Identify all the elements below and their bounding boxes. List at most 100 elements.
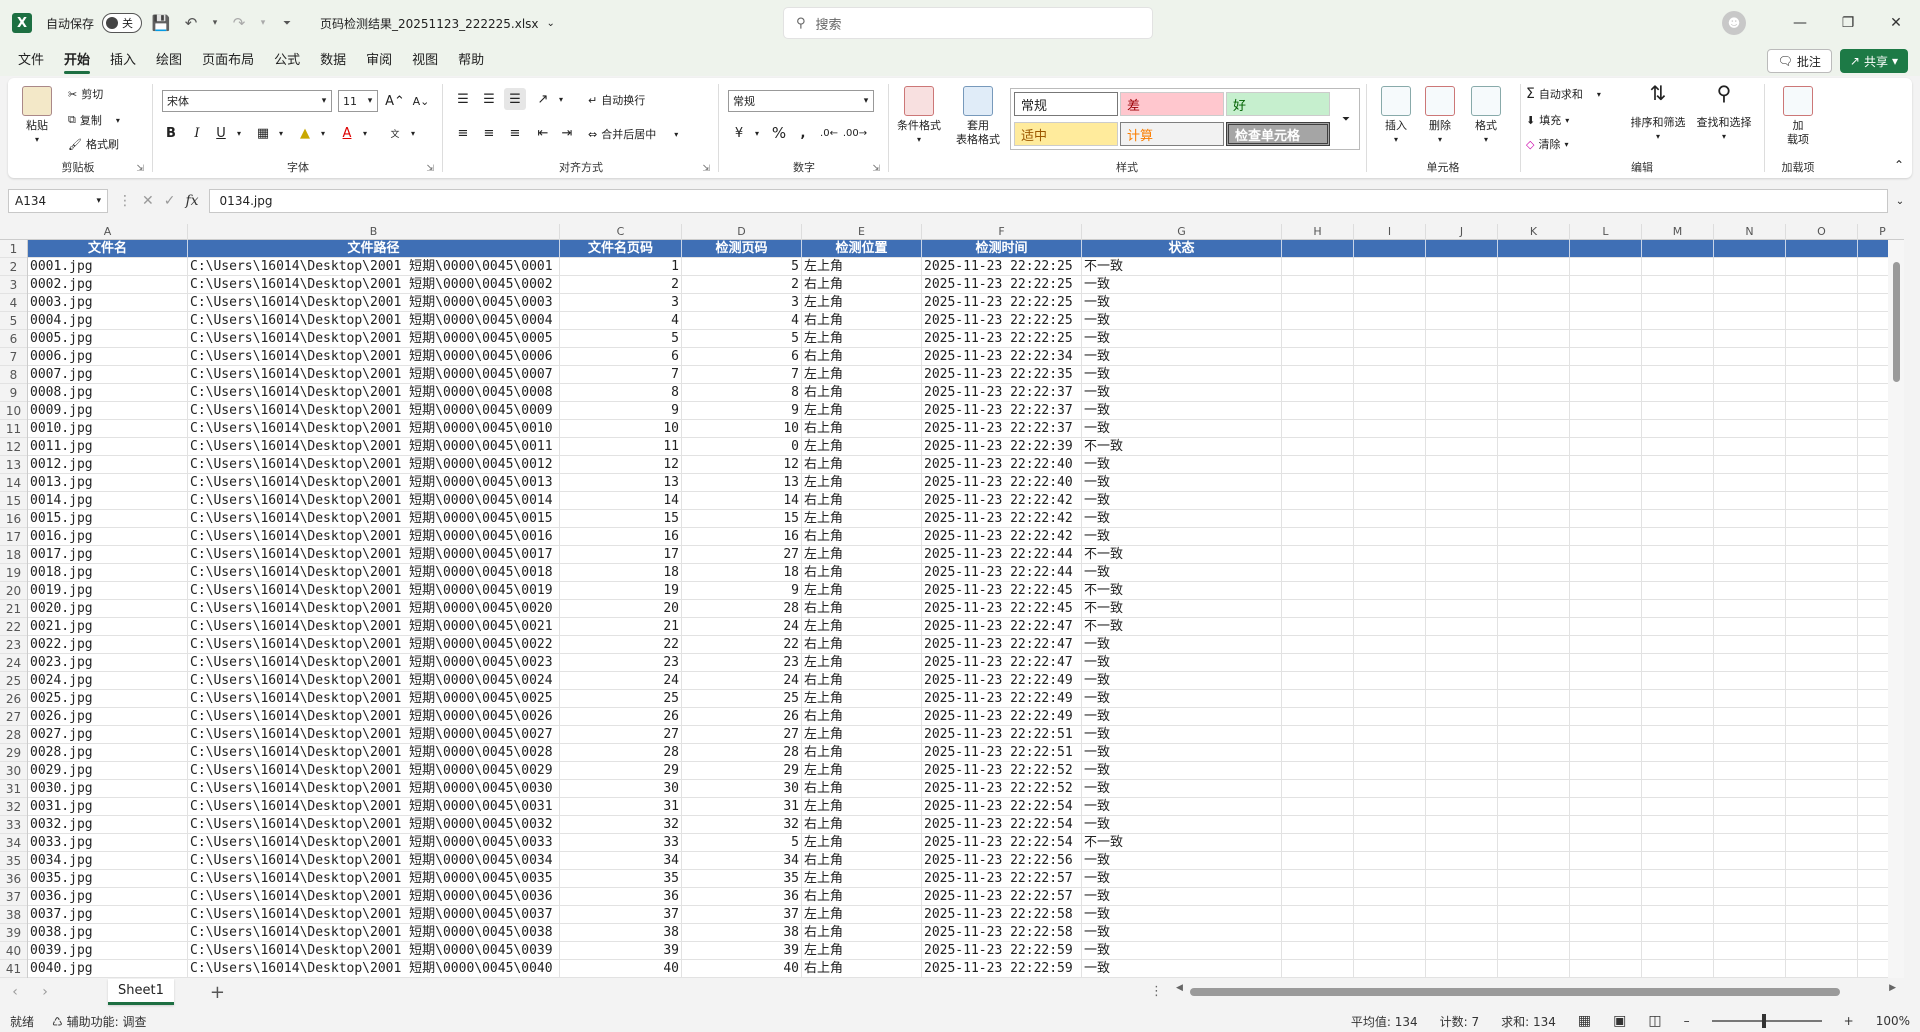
table-cell[interactable]: 左上角	[802, 510, 922, 528]
undo-dropdown-icon[interactable]: ▾	[210, 12, 220, 34]
row-header[interactable]: 26	[0, 690, 27, 708]
table-cell[interactable]: 6	[682, 348, 802, 366]
row-header[interactable]: 39	[0, 924, 27, 942]
empty-cell[interactable]	[1498, 654, 1570, 672]
empty-cell[interactable]	[1642, 798, 1714, 816]
table-cell[interactable]: C:\Users\16014\Desktop\2001 短期\0000\0045…	[188, 474, 560, 492]
empty-cell[interactable]	[1354, 906, 1426, 924]
empty-cell[interactable]	[1354, 420, 1426, 438]
currency-dropdown-icon[interactable]: ▾	[746, 122, 768, 144]
empty-cell[interactable]	[1498, 852, 1570, 870]
table-cell[interactable]: 24	[560, 672, 682, 690]
empty-cell[interactable]	[1714, 366, 1786, 384]
empty-cell[interactable]	[1786, 816, 1858, 834]
increase-decimal-icon[interactable]: .0←	[818, 122, 840, 144]
empty-cell[interactable]	[1786, 240, 1858, 258]
customize-qat-icon[interactable]: ⏷	[276, 12, 298, 34]
empty-cell[interactable]	[1786, 726, 1858, 744]
table-cell[interactable]: 0013.jpg	[28, 474, 188, 492]
empty-cell[interactable]	[1498, 762, 1570, 780]
table-cell[interactable]: 2	[560, 276, 682, 294]
tab-review[interactable]: 审阅	[356, 46, 402, 76]
empty-cell[interactable]	[1282, 816, 1354, 834]
table-cell[interactable]: C:\Users\16014\Desktop\2001 短期\0000\0045…	[188, 924, 560, 942]
table-cell[interactable]: 0006.jpg	[28, 348, 188, 366]
table-cell[interactable]: 一致	[1082, 708, 1282, 726]
table-cell[interactable]: C:\Users\16014\Desktop\2001 短期\0000\0045…	[188, 276, 560, 294]
empty-cell[interactable]	[1354, 600, 1426, 618]
column-header-h[interactable]: H	[1282, 224, 1354, 240]
save-icon[interactable]: 💾	[150, 12, 172, 34]
empty-cell[interactable]	[1354, 366, 1426, 384]
empty-cell[interactable]	[1714, 258, 1786, 276]
table-cell[interactable]: 15	[560, 510, 682, 528]
table-cell[interactable]: C:\Users\16014\Desktop\2001 短期\0000\0045…	[188, 726, 560, 744]
table-cell[interactable]: 15	[682, 510, 802, 528]
table-cell[interactable]: 右上角	[802, 600, 922, 618]
table-cell[interactable]: 10	[682, 420, 802, 438]
row-header[interactable]: 6	[0, 330, 27, 348]
table-cell[interactable]: 一致	[1082, 816, 1282, 834]
style-normal[interactable]: 常规	[1014, 92, 1118, 116]
empty-cell[interactable]	[1282, 726, 1354, 744]
table-cell[interactable]: 2025-11-23 22:22:25	[922, 276, 1082, 294]
empty-cell[interactable]	[1354, 438, 1426, 456]
empty-cell[interactable]	[1426, 798, 1498, 816]
empty-cell[interactable]	[1642, 474, 1714, 492]
table-cell[interactable]: 27	[682, 546, 802, 564]
empty-cell[interactable]	[1714, 420, 1786, 438]
table-cell[interactable]: 25	[560, 690, 682, 708]
share-button[interactable]: ↗ 共享 ▾	[1839, 49, 1908, 73]
empty-cell[interactable]	[1498, 330, 1570, 348]
empty-cell[interactable]	[1498, 744, 1570, 762]
empty-cell[interactable]	[1642, 564, 1714, 582]
empty-cell[interactable]	[1426, 690, 1498, 708]
empty-cell[interactable]	[1570, 492, 1642, 510]
empty-cell[interactable]	[1714, 618, 1786, 636]
empty-cell[interactable]	[1282, 258, 1354, 276]
empty-cell[interactable]	[1354, 474, 1426, 492]
table-cell[interactable]: 右上角	[802, 960, 922, 978]
empty-cell[interactable]	[1498, 492, 1570, 510]
table-cell[interactable]: 30	[682, 780, 802, 798]
empty-cell[interactable]	[1282, 330, 1354, 348]
empty-cell[interactable]	[1426, 546, 1498, 564]
table-cell[interactable]: 36	[682, 888, 802, 906]
merge-center-button[interactable]: ⇔ 合并后居中 ▾	[588, 126, 678, 142]
empty-cell[interactable]	[1786, 366, 1858, 384]
table-cell[interactable]: 14	[560, 492, 682, 510]
empty-cell[interactable]	[1786, 564, 1858, 582]
sum-value[interactable]: 求和: 134	[1501, 1013, 1556, 1030]
clipboard-launcher-icon[interactable]: ⇲	[136, 164, 144, 174]
addins-button[interactable]: 加 载项	[1776, 86, 1820, 147]
empty-cell[interactable]	[1426, 276, 1498, 294]
table-cell[interactable]: 一致	[1082, 960, 1282, 978]
table-cell[interactable]: 2025-11-23 22:22:25	[922, 294, 1082, 312]
empty-cell[interactable]	[1570, 240, 1642, 258]
table-cell[interactable]: 11	[560, 438, 682, 456]
empty-cell[interactable]	[1786, 852, 1858, 870]
increase-indent-icon[interactable]: ⇥	[556, 122, 578, 144]
empty-cell[interactable]	[1282, 348, 1354, 366]
table-cell[interactable]: 2025-11-23 22:22:44	[922, 546, 1082, 564]
empty-cell[interactable]	[1570, 636, 1642, 654]
column-header-m[interactable]: M	[1642, 224, 1714, 240]
row-header[interactable]: 9	[0, 384, 27, 402]
table-cell[interactable]: 一致	[1082, 474, 1282, 492]
empty-cell[interactable]	[1642, 708, 1714, 726]
normal-view-icon[interactable]: ▦	[1578, 1013, 1591, 1029]
empty-cell[interactable]	[1786, 528, 1858, 546]
table-cell[interactable]: 20	[560, 600, 682, 618]
empty-cell[interactable]	[1570, 276, 1642, 294]
table-cell[interactable]: C:\Users\16014\Desktop\2001 短期\0000\0045…	[188, 366, 560, 384]
table-cell[interactable]: C:\Users\16014\Desktop\2001 短期\0000\0045…	[188, 546, 560, 564]
empty-cell[interactable]	[1786, 762, 1858, 780]
empty-cell[interactable]	[1642, 870, 1714, 888]
table-cell[interactable]: 2	[682, 276, 802, 294]
table-cell[interactable]: C:\Users\16014\Desktop\2001 短期\0000\0045…	[188, 582, 560, 600]
row-header[interactable]: 20	[0, 582, 27, 600]
empty-cell[interactable]	[1714, 528, 1786, 546]
table-cell[interactable]: 2025-11-23 22:22:51	[922, 726, 1082, 744]
empty-cell[interactable]	[1354, 780, 1426, 798]
empty-cell[interactable]	[1570, 546, 1642, 564]
